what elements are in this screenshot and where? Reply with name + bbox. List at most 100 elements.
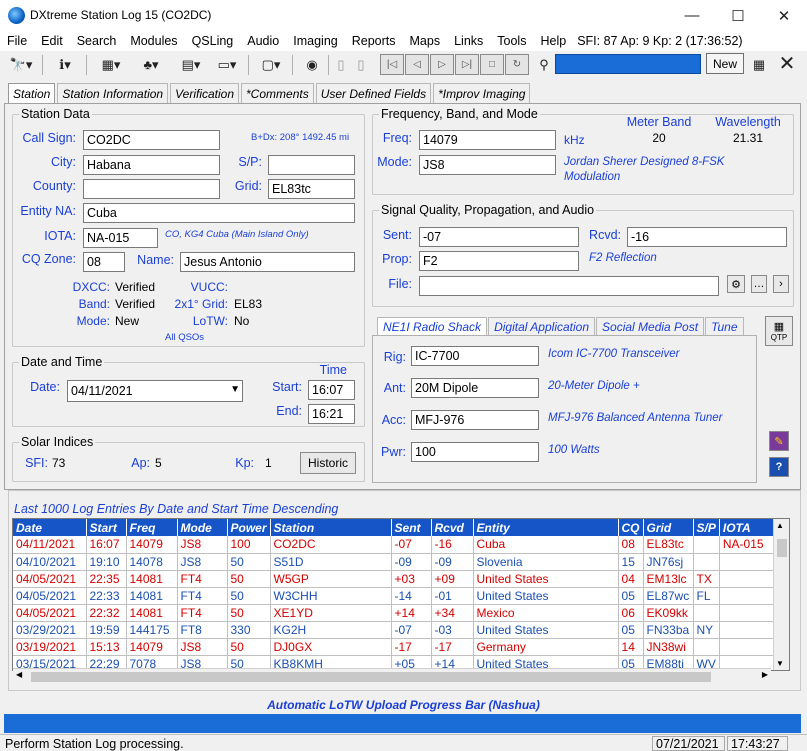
scroll-up-icon[interactable]: ▲ <box>776 521 784 530</box>
cq-zone-field[interactable]: 08 <box>83 252 125 272</box>
column-header-sent[interactable]: Sent <box>391 519 432 536</box>
historic-button[interactable]: Historic <box>300 452 356 474</box>
gears-icon[interactable]: ⚙ <box>727 275 745 293</box>
info-icon[interactable]: ℹ▾ <box>48 54 82 76</box>
tab-digital-application[interactable]: Digital Application <box>488 317 596 335</box>
menu-tools[interactable]: Tools <box>490 34 533 48</box>
binoculars-icon[interactable]: 🔭▾ <box>4 54 38 76</box>
tab-user-defined-fields[interactable]: User Defined Fields <box>315 83 432 103</box>
column-header-freq[interactable]: Freq <box>126 519 178 536</box>
column-header-rcvd[interactable]: Rcvd <box>431 519 474 536</box>
play-icon[interactable]: › <box>773 275 789 293</box>
city-field[interactable]: Habana <box>83 155 220 175</box>
entity-field[interactable]: Cuba <box>83 203 355 223</box>
table-row[interactable]: 04/10/2021 19:10 14078 JS8 50 S51D -09 -09 Slove… <box>13 553 775 571</box>
tab-social-media-post[interactable]: Social Media Post <box>596 317 705 335</box>
menu-modules[interactable]: Modules <box>123 34 184 48</box>
tab-improv-imaging[interactable]: *Improv Imaging <box>433 83 531 103</box>
column-header-station[interactable]: Station <box>270 519 392 536</box>
book-icon[interactable]: ✎ <box>769 431 789 451</box>
log-grid-icon[interactable]: ▦▾ <box>92 54 130 76</box>
doc-icon[interactable]: ▯ <box>334 54 348 76</box>
menu-qsling[interactable]: QSLing <box>185 34 241 48</box>
grid-field[interactable]: EL83tc <box>268 179 355 199</box>
scroll-right-icon[interactable]: ▶ <box>762 670 768 679</box>
column-header-cq[interactable]: CQ <box>618 519 644 536</box>
menu-file[interactable]: File <box>0 34 34 48</box>
table-row[interactable]: 03/29/2021 19:59 144175 FT8 330 KG2H -07 -03 Uni… <box>13 621 775 639</box>
maximize-button[interactable]: ☐ <box>715 0 761 31</box>
county-field[interactable] <box>83 179 220 199</box>
column-header-s-p[interactable]: S/P <box>693 519 720 536</box>
menu-search[interactable]: Search <box>70 34 124 48</box>
audio-file-field[interactable] <box>419 276 719 296</box>
iota-field[interactable]: NA-015 <box>83 228 158 248</box>
scroll-down-icon[interactable]: ▼ <box>776 659 784 668</box>
tab-verification[interactable]: Verification <box>170 83 240 103</box>
menu-reports[interactable]: Reports <box>345 34 403 48</box>
column-header-date[interactable]: Date <box>13 519 87 536</box>
window-icon[interactable]: ▢▾ <box>254 54 288 76</box>
sent-field[interactable]: -07 <box>419 227 579 247</box>
menu-help[interactable]: Help <box>533 34 573 48</box>
ant-field[interactable]: 20M Dipole <box>411 378 539 398</box>
refresh-icon[interactable]: ↻ <box>505 54 529 75</box>
minimize-button[interactable]: — <box>669 0 715 31</box>
log-vertical-scrollbar[interactable]: ▲ ▼ <box>773 519 789 670</box>
people-icon[interactable]: ♣▾ <box>132 54 170 76</box>
menu-edit[interactable]: Edit <box>34 34 70 48</box>
table-row[interactable]: 04/11/2021 16:07 14079 JS8 100 CO2DC -07 -16 Cub… <box>13 536 775 554</box>
hscroll-thumb[interactable] <box>31 672 711 682</box>
menu-imaging[interactable]: Imaging <box>286 34 344 48</box>
search-icon[interactable]: ⚲ <box>536 54 552 76</box>
menu-audio[interactable]: Audio <box>240 34 286 48</box>
help-icon[interactable]: ? <box>769 457 789 477</box>
doc2-icon[interactable]: ▯ <box>354 54 368 76</box>
new-button[interactable]: New <box>706 53 744 74</box>
dx-map-icon[interactable]: ◉ <box>300 54 324 76</box>
start-time-field[interactable]: 16:07 <box>308 380 355 400</box>
tab-radio-shack[interactable]: NE1I Radio Shack <box>377 317 488 335</box>
first-record-icon[interactable]: |◁ <box>380 54 404 75</box>
scroll-thumb[interactable] <box>777 539 787 557</box>
prop-field[interactable]: F2 <box>419 251 579 271</box>
callsign-field[interactable]: CO2DC <box>83 130 220 150</box>
end-time-field[interactable]: 16:21 <box>308 404 355 424</box>
column-header-mode[interactable]: Mode <box>177 519 228 536</box>
table-row[interactable]: 04/05/2021 22:32 14081 FT4 50 XE1YD +14 +34 Mexi… <box>13 604 775 622</box>
close-button[interactable]: ✕ <box>761 0 807 31</box>
browse-icon[interactable]: … <box>751 275 767 293</box>
mode-field[interactable]: JS8 <box>419 155 556 175</box>
column-header-grid[interactable]: Grid <box>643 519 694 536</box>
qtp-icon[interactable]: ▦ QTP <box>765 316 793 346</box>
acc-field[interactable]: MFJ-976 <box>411 410 539 430</box>
column-header-start[interactable]: Start <box>86 519 127 536</box>
all-qsos-link[interactable]: All QSOs <box>165 332 204 343</box>
table-row[interactable]: 04/05/2021 22:35 14081 FT4 50 W5GP +03 +09 Unite… <box>13 570 775 588</box>
tab-tune[interactable]: Tune <box>705 317 744 335</box>
tab-station[interactable]: Station <box>8 83 56 104</box>
sp-field[interactable] <box>268 155 355 175</box>
monitor-icon[interactable]: ▭▾ <box>210 54 244 76</box>
table-row[interactable]: 03/19/2021 15:13 14079 JS8 50 DJ0GX -17 -17 Germ… <box>13 638 775 656</box>
log-horizontal-scrollbar[interactable]: ◀ ▶ <box>13 668 771 684</box>
column-header-power[interactable]: Power <box>227 519 271 536</box>
pwr-field[interactable]: 100 <box>411 442 539 462</box>
rig-field[interactable]: IC-7700 <box>411 346 539 366</box>
tab-comments[interactable]: *Comments <box>241 83 314 103</box>
last-record-icon[interactable]: ▷| <box>455 54 479 75</box>
table-row[interactable]: 04/05/2021 22:33 14081 FT4 50 W3CHH -14 -01 Unit… <box>13 587 775 605</box>
calculator-icon[interactable]: ▦ <box>749 54 769 76</box>
card-icon[interactable]: ▤▾ <box>172 54 210 76</box>
column-header-entity[interactable]: Entity <box>473 519 619 536</box>
chevron-down-icon[interactable]: ▼ <box>230 384 240 395</box>
exit-icon[interactable]: ✕ <box>776 52 798 75</box>
menu-links[interactable]: Links <box>447 34 490 48</box>
rcvd-field[interactable]: -16 <box>627 227 787 247</box>
freq-field[interactable]: 14079 <box>419 130 556 150</box>
column-header-iota[interactable]: IOTA <box>719 519 775 536</box>
next-record-icon[interactable]: ▷ <box>430 54 454 75</box>
search-input[interactable] <box>555 54 701 74</box>
tab-station-information[interactable]: Station Information <box>57 83 169 103</box>
stop-icon[interactable]: □ <box>480 54 504 75</box>
